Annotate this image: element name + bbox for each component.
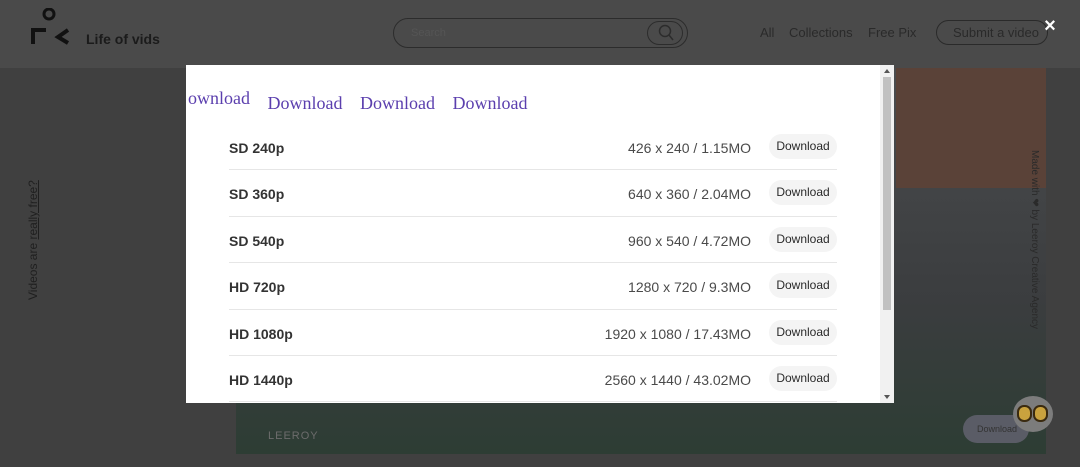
download-button[interactable]: Download	[769, 180, 837, 206]
beer-mug-left	[1017, 405, 1032, 422]
list-item: SD 540p 960 x 540 / 4.72MO Download	[229, 217, 837, 264]
quality-label: HD 720p	[229, 279, 286, 296]
download-tabs: Download Download Download Download	[188, 88, 541, 114]
scroll-down-icon[interactable]	[884, 395, 890, 399]
brand-name[interactable]: Life of vids	[86, 31, 160, 47]
site-header: Life of vids Search All Collections Free…	[0, 0, 1080, 68]
nav-all[interactable]: All	[760, 25, 774, 40]
search-icon	[658, 24, 674, 41]
download-button[interactable]: Download	[769, 273, 837, 299]
size-label: 426 x 240 / 1.15MO	[628, 140, 751, 156]
download-button[interactable]: Download	[769, 319, 837, 345]
really-free-link[interactable]: really free?	[26, 180, 40, 239]
submit-video-button[interactable]: Submit a video	[936, 20, 1048, 45]
size-label: 640 x 360 / 2.04MO	[628, 186, 751, 203]
search-button[interactable]	[647, 21, 683, 45]
quality-label: HD 1440p	[229, 371, 293, 388]
download-button[interactable]: Download	[769, 134, 837, 159]
size-label: 1280 x 720 / 9.3MO	[628, 279, 751, 296]
close-icon[interactable]: ×	[1040, 16, 1060, 36]
beer-mug-right	[1033, 405, 1048, 422]
download-button[interactable]: Download	[769, 365, 837, 391]
tab-download-3[interactable]: Download	[360, 93, 435, 114]
tab-download-4[interactable]: Download	[453, 93, 528, 114]
quality-label: HD 1080p	[229, 325, 293, 342]
download-modal: Download Download Download Download SD 2…	[186, 65, 894, 403]
download-list: SD 240p 426 x 240 / 1.15MO Download SD 3…	[229, 124, 837, 403]
logo-icon[interactable]	[30, 8, 74, 48]
list-item: SD 360p 640 x 360 / 2.04MO Download	[229, 170, 837, 217]
search-box[interactable]: Search	[393, 18, 688, 48]
download-button[interactable]: Download	[769, 226, 837, 252]
nav-collections[interactable]: Collections	[789, 25, 853, 40]
size-label: 960 x 540 / 4.72MO	[628, 232, 751, 249]
list-item: HD 720p 1280 x 720 / 9.3MO Download	[229, 263, 837, 310]
side-text: Videos are really free?	[26, 180, 40, 300]
scrollbar-thumb[interactable]	[883, 77, 891, 310]
search-input[interactable]: Search	[411, 27, 446, 39]
quality-label: SD 240p	[229, 140, 285, 156]
hero-stripe	[896, 68, 1046, 188]
nav-free-pix[interactable]: Free Pix	[868, 25, 916, 40]
scroll-up-icon[interactable]	[884, 69, 890, 73]
list-item: HD 1440p 2560 x 1440 / 43.02MO Download	[229, 356, 837, 403]
quality-label: SD 360p	[229, 186, 285, 203]
beer-emoji-icon[interactable]	[1013, 396, 1053, 432]
hero-caption: LEEROY	[268, 430, 319, 442]
size-label: 1920 x 1080 / 17.43MO	[604, 325, 751, 342]
side-text-prefix: Videos are	[26, 239, 40, 300]
list-item: SD 240p 426 x 240 / 1.15MO Download	[229, 124, 837, 171]
list-item: HD 1080p 1920 x 1080 / 17.43MO Download	[229, 310, 837, 356]
tab-download-2[interactable]: Download	[268, 93, 343, 114]
tab-download-1[interactable]: Download	[188, 88, 250, 109]
quality-label: SD 540p	[229, 232, 285, 249]
modal-scrollbar[interactable]	[880, 65, 894, 403]
size-label: 2560 x 1440 / 43.02MO	[604, 371, 751, 388]
credit-text: Made with ❤ by Leeroy Creative Agency	[1029, 150, 1040, 330]
